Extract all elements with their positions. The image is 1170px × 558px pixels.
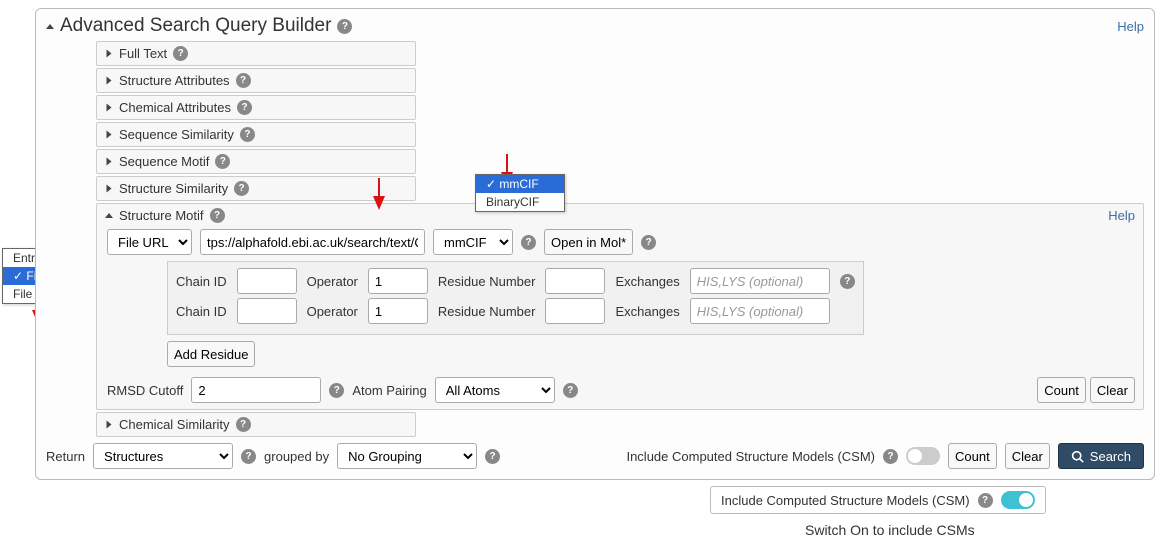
section-chemical-similarity[interactable]: Chemical Similarity ? bbox=[96, 412, 416, 437]
atom-pairing-label: Atom Pairing bbox=[352, 383, 426, 398]
help-link[interactable]: Help bbox=[1117, 19, 1144, 34]
chevron-right-icon bbox=[107, 185, 112, 193]
open-in-mol-button[interactable]: Open in Mol* bbox=[544, 229, 633, 255]
help-icon[interactable]: ? bbox=[210, 208, 225, 223]
file-url-input[interactable] bbox=[200, 229, 425, 255]
section-label: Chemical Similarity bbox=[119, 417, 230, 432]
annotation-arrow-url bbox=[373, 196, 385, 210]
help-icon[interactable]: ? bbox=[641, 235, 656, 250]
format-options-popup: mmCIF BinaryCIF bbox=[475, 174, 565, 212]
csm-caption: Switch On to include CSMs bbox=[805, 522, 1155, 538]
help-icon[interactable]: ? bbox=[173, 46, 188, 61]
residue-block: Chain ID Operator Residue Number Exchang… bbox=[167, 261, 864, 335]
help-icon[interactable]: ? bbox=[215, 154, 230, 169]
section-label: Chemical Attributes bbox=[119, 100, 231, 115]
operator-label: Operator bbox=[307, 274, 358, 289]
panel-title-row: Advanced Search Query Builder ? bbox=[46, 15, 352, 37]
help-icon[interactable]: ? bbox=[234, 181, 249, 196]
residue-number-label: Residue Number bbox=[438, 304, 536, 319]
chain-id-label: Chain ID bbox=[176, 274, 227, 289]
section-sequence-similarity[interactable]: Sequence Similarity ? bbox=[96, 122, 416, 147]
operator-label: Operator bbox=[307, 304, 358, 319]
format-option-binarycif[interactable]: BinaryCIF bbox=[476, 193, 564, 211]
panel-collapse-caret-icon[interactable] bbox=[46, 24, 54, 29]
operator-input[interactable] bbox=[368, 268, 428, 294]
chain-id-input[interactable] bbox=[237, 268, 297, 294]
footer-count-button[interactable]: Count bbox=[948, 443, 997, 469]
residue-number-label: Residue Number bbox=[438, 274, 536, 289]
help-icon[interactable]: ? bbox=[240, 127, 255, 142]
help-icon[interactable]: ? bbox=[241, 449, 256, 464]
help-icon[interactable]: ? bbox=[237, 100, 252, 115]
help-icon[interactable]: ? bbox=[883, 449, 898, 464]
atom-pairing-select[interactable]: All Atoms bbox=[435, 377, 555, 403]
source-select[interactable]: File URL bbox=[107, 229, 192, 255]
format-select[interactable]: mmCIF bbox=[433, 229, 513, 255]
footer-row: Return Structures ? grouped by No Groupi… bbox=[46, 443, 1144, 469]
residue-row: Chain ID Operator Residue Number Exchang… bbox=[176, 268, 855, 294]
search-icon bbox=[1071, 450, 1084, 463]
section-label: Structure Attributes bbox=[119, 73, 230, 88]
help-icon[interactable]: ? bbox=[236, 73, 251, 88]
help-icon[interactable]: ? bbox=[337, 19, 352, 34]
csm-standalone-label: Include Computed Structure Models (CSM) bbox=[721, 493, 970, 508]
help-icon[interactable]: ? bbox=[485, 449, 500, 464]
rmsd-label: RMSD Cutoff bbox=[107, 383, 183, 398]
motif-count-button[interactable]: Count bbox=[1037, 377, 1086, 403]
chevron-right-icon bbox=[107, 421, 112, 429]
chevron-right-icon bbox=[107, 50, 112, 58]
search-button[interactable]: Search bbox=[1058, 443, 1144, 469]
exchanges-label: Exchanges bbox=[615, 274, 679, 289]
csm-label: Include Computed Structure Models (CSM) bbox=[626, 449, 875, 464]
chain-id-input[interactable] bbox=[237, 298, 297, 324]
exchanges-input[interactable] bbox=[690, 298, 830, 324]
help-icon[interactable]: ? bbox=[978, 493, 993, 508]
grouped-by-label: grouped by bbox=[264, 449, 329, 464]
residue-number-input[interactable] bbox=[545, 298, 605, 324]
return-select[interactable]: Structures bbox=[93, 443, 233, 469]
help-icon[interactable]: ? bbox=[236, 417, 251, 432]
grouping-select[interactable]: No Grouping bbox=[337, 443, 477, 469]
operator-input[interactable] bbox=[368, 298, 428, 324]
section-structure-similarity[interactable]: Structure Similarity ? bbox=[96, 176, 416, 201]
chevron-right-icon bbox=[107, 131, 112, 139]
section-label: Structure Motif bbox=[119, 208, 204, 223]
section-chemical-attributes[interactable]: Chemical Attributes ? bbox=[96, 95, 416, 120]
motif-clear-button[interactable]: Clear bbox=[1090, 377, 1135, 403]
chevron-up-icon[interactable] bbox=[105, 213, 113, 218]
return-label: Return bbox=[46, 449, 85, 464]
motif-help-link[interactable]: Help bbox=[1108, 208, 1135, 223]
chain-id-label: Chain ID bbox=[176, 304, 227, 319]
rmsd-input[interactable] bbox=[191, 377, 321, 403]
exchanges-input[interactable] bbox=[690, 268, 830, 294]
csm-toggle-off[interactable] bbox=[906, 447, 940, 465]
csm-toggle-on[interactable] bbox=[1001, 491, 1035, 509]
section-label: Structure Similarity bbox=[119, 181, 228, 196]
section-sequence-motif[interactable]: Sequence Motif ? bbox=[96, 149, 416, 174]
help-icon[interactable]: ? bbox=[840, 274, 855, 289]
residue-number-input[interactable] bbox=[545, 268, 605, 294]
section-label: Full Text bbox=[119, 46, 167, 61]
chevron-right-icon bbox=[107, 158, 112, 166]
section-full-text[interactable]: Full Text ? bbox=[96, 41, 416, 66]
footer-clear-button[interactable]: Clear bbox=[1005, 443, 1050, 469]
section-structure-attributes[interactable]: Structure Attributes ? bbox=[96, 68, 416, 93]
panel-title: Advanced Search Query Builder bbox=[60, 15, 331, 37]
section-label: Sequence Similarity bbox=[119, 127, 234, 142]
csm-standalone-card: Include Computed Structure Models (CSM) … bbox=[710, 486, 1046, 514]
format-option-mmcif[interactable]: mmCIF bbox=[476, 175, 564, 193]
section-structure-motif: Structure Motif ? Help mmCIF BinaryCIF F… bbox=[96, 203, 1144, 410]
add-residue-button[interactable]: Add Residue bbox=[167, 341, 255, 367]
chevron-right-icon bbox=[107, 77, 112, 85]
section-label: Sequence Motif bbox=[119, 154, 209, 169]
chevron-right-icon bbox=[107, 104, 112, 112]
help-icon[interactable]: ? bbox=[521, 235, 536, 250]
exchanges-label: Exchanges bbox=[615, 304, 679, 319]
help-icon[interactable]: ? bbox=[563, 383, 578, 398]
help-icon[interactable]: ? bbox=[329, 383, 344, 398]
query-builder-panel: Advanced Search Query Builder ? Help Ful… bbox=[35, 8, 1155, 480]
residue-row: Chain ID Operator Residue Number Exchang… bbox=[176, 298, 855, 324]
search-button-label: Search bbox=[1090, 449, 1131, 464]
